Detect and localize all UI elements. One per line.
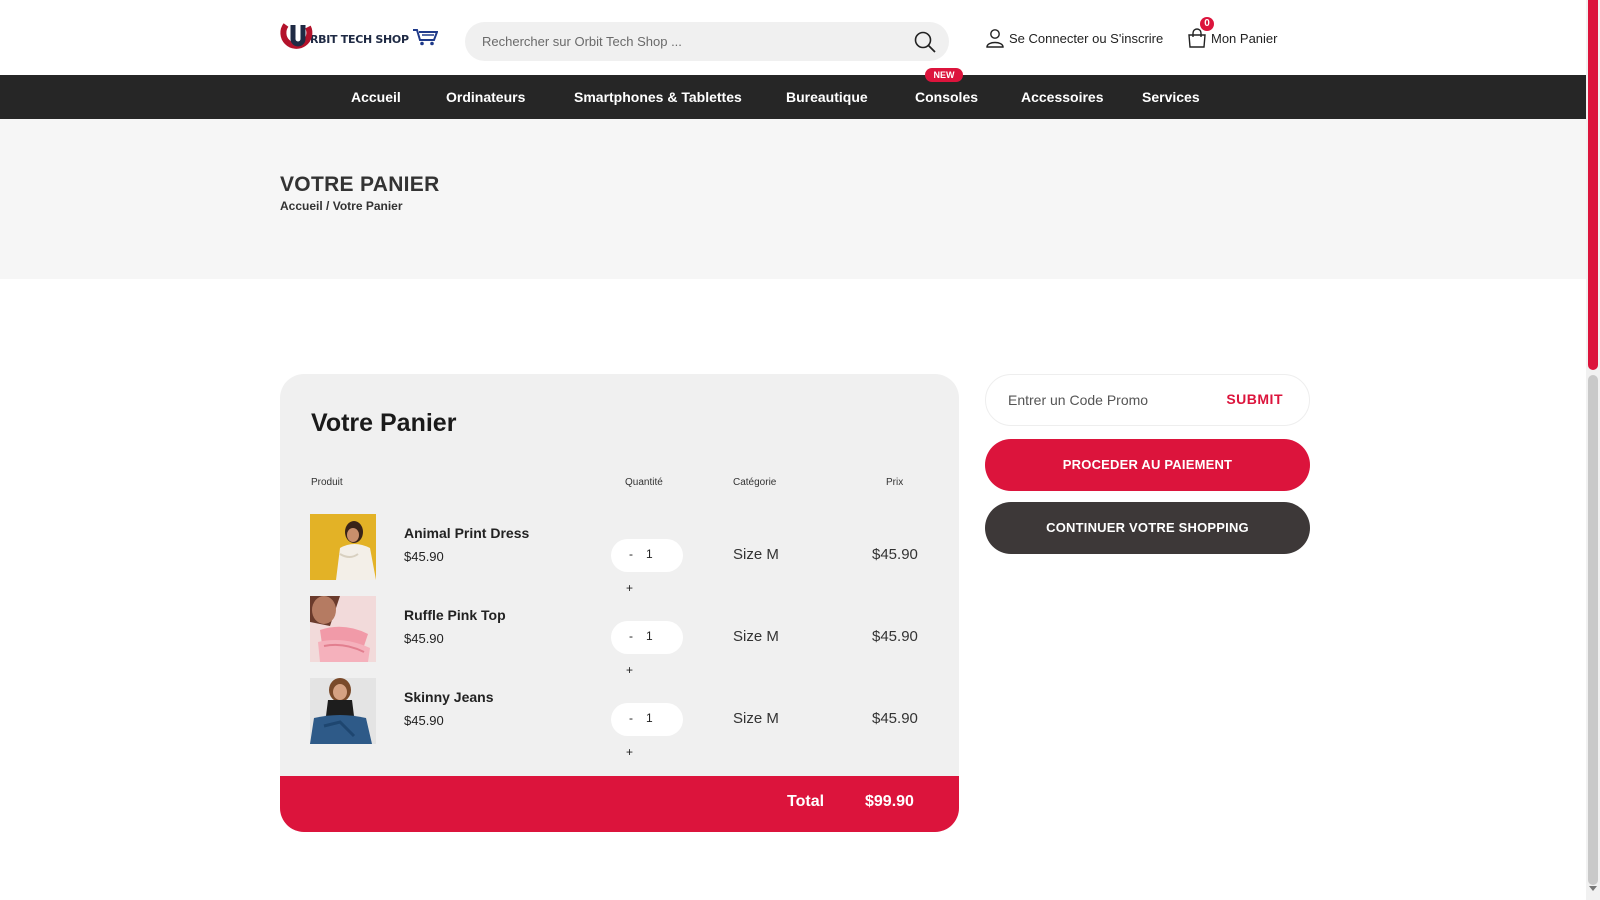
product-image[interactable]: [310, 596, 376, 662]
breadcrumb-separator: /: [322, 199, 333, 213]
breadcrumb: Accueil / Votre Panier: [280, 199, 403, 213]
cart-title: Votre Panier: [311, 409, 457, 437]
product-unit-price: $45.90: [404, 713, 444, 728]
product-category: Size M: [733, 628, 779, 645]
continue-shopping-button[interactable]: CONTINUER VOTRE SHOPPING: [985, 502, 1310, 554]
scrollbar-thumb[interactable]: [1588, 0, 1598, 370]
scroll-down-arrow-icon[interactable]: [1589, 886, 1597, 891]
total-value: $99.90: [865, 793, 914, 810]
new-badge: NEW: [925, 68, 963, 82]
product-price: $45.90: [872, 710, 918, 727]
search-icon[interactable]: [913, 30, 937, 54]
quantity-value[interactable]: 1: [646, 629, 666, 643]
nav-item-services[interactable]: Services: [1142, 75, 1200, 119]
product-name[interactable]: Skinny Jeans: [404, 689, 494, 705]
column-header-category: Catégorie: [733, 477, 777, 488]
promo-code-form: SUBMIT: [985, 374, 1310, 426]
logo-mark-icon: [280, 21, 314, 53]
logo-cart-icon: [412, 28, 439, 51]
user-icon: [985, 28, 1005, 48]
promo-submit-button[interactable]: SUBMIT: [1226, 391, 1283, 407]
login-link[interactable]: Se Connecter ou S'inscrire: [985, 26, 1163, 50]
checkout-button[interactable]: PROCEDER AU PAIEMENT: [985, 439, 1310, 491]
nav-item-accueil[interactable]: Accueil: [351, 75, 401, 119]
search-input[interactable]: [482, 22, 882, 61]
breadcrumb-current: Votre Panier: [332, 199, 403, 213]
scrollbar-track[interactable]: [1588, 375, 1598, 885]
nav-item-ordinateurs[interactable]: Ordinateurs: [446, 75, 525, 119]
product-category: Size M: [733, 546, 779, 563]
breadcrumb-home[interactable]: Accueil: [280, 199, 323, 213]
product-image[interactable]: [310, 678, 376, 744]
cart-panel: Votre Panier Produit Quantité Catégorie …: [280, 374, 959, 832]
quantity-increase-button[interactable]: +: [626, 745, 633, 759]
product-name[interactable]: Ruffle Pink Top: [404, 607, 506, 623]
product-unit-price: $45.90: [404, 549, 444, 564]
column-header-product: Produit: [311, 477, 343, 488]
cart-row: Skinny Jeans $45.90 - 1 + Size M $45.90: [280, 678, 959, 760]
logo-text: RBIT TECH SHOP: [310, 32, 409, 46]
cart-row: Ruffle Pink Top $45.90 - 1 + Size M $45.…: [280, 596, 959, 678]
product-name[interactable]: Animal Print Dress: [404, 525, 529, 541]
product-price: $45.90: [872, 628, 918, 645]
quantity-increase-button[interactable]: +: [626, 663, 633, 677]
login-label: Se Connecter ou S'inscrire: [1009, 30, 1164, 46]
nav-item-smartphones[interactable]: Smartphones & Tablettes: [574, 75, 742, 119]
cart-link[interactable]: Mon Panier: [1187, 26, 1277, 50]
page-scrollbar[interactable]: [1586, 0, 1600, 900]
nav-item-accessoires[interactable]: Accessoires: [1021, 75, 1104, 119]
quantity-value[interactable]: 1: [646, 711, 666, 725]
product-unit-price: $45.90: [404, 631, 444, 646]
quantity-value[interactable]: 1: [646, 547, 666, 561]
nav-item-bureautique[interactable]: Bureautique: [786, 75, 868, 119]
quantity-decrease-button[interactable]: -: [629, 547, 633, 561]
main-nav: Accueil Ordinateurs Smartphones & Tablet…: [0, 75, 1586, 119]
cart-row: Animal Print Dress $45.90 - 1 + Size M $…: [280, 514, 959, 596]
site-logo[interactable]: RBIT TECH SHOP: [280, 21, 439, 53]
shopping-bag-icon: [1187, 28, 1207, 48]
column-header-quantity: Quantité: [625, 477, 663, 488]
product-price: $45.90: [872, 546, 918, 563]
site-header: RBIT TECH SHOP Se Connecter ou S': [0, 0, 1586, 75]
page-title: VOTRE PANIER: [280, 173, 440, 196]
promo-code-input[interactable]: [1008, 375, 1208, 425]
total-label: Total: [787, 793, 825, 810]
quantity-increase-button[interactable]: +: [626, 581, 633, 595]
quantity-decrease-button[interactable]: -: [629, 711, 633, 725]
cart-count-badge: 0: [1200, 17, 1214, 31]
quantity-stepper: - 1: [611, 621, 683, 654]
quantity-decrease-button[interactable]: -: [629, 629, 633, 643]
quantity-stepper: - 1: [611, 539, 683, 572]
cart-label: Mon Panier: [1211, 30, 1278, 46]
search-bar: [465, 22, 949, 61]
product-image[interactable]: [310, 514, 376, 580]
column-header-price: Prix: [886, 477, 904, 488]
product-category: Size M: [733, 710, 779, 727]
cart-total-bar: Total $99.90: [280, 776, 959, 832]
page-banner: VOTRE PANIER Accueil / Votre Panier: [0, 119, 1586, 279]
quantity-stepper: - 1: [611, 703, 683, 736]
